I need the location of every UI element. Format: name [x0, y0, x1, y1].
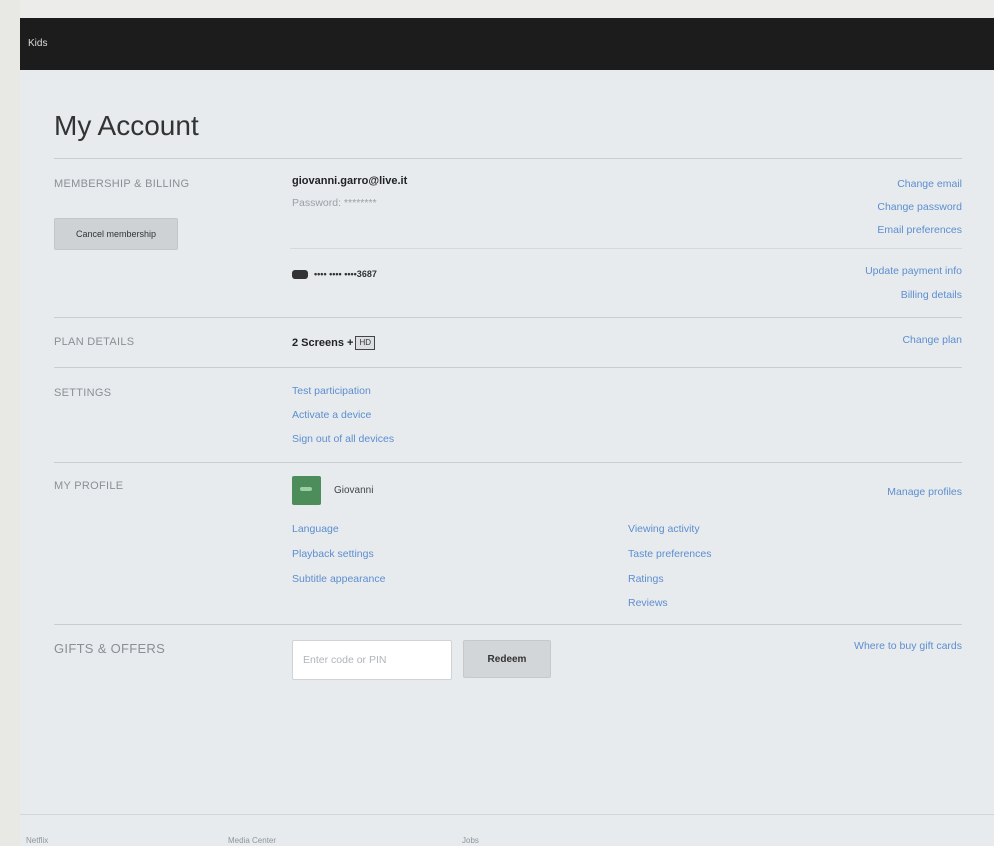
- subsection-divider: [290, 248, 962, 249]
- page-margin: [0, 0, 20, 846]
- redeem-button[interactable]: Redeem: [463, 640, 551, 678]
- taste-preferences-link[interactable]: Taste preferences: [628, 548, 711, 560]
- footer-divider: [20, 814, 994, 815]
- reviews-link[interactable]: Reviews: [628, 597, 668, 609]
- credit-card-icon: [292, 270, 308, 279]
- playback-settings-link[interactable]: Playback settings: [292, 548, 374, 560]
- gifts-offers-label: GIFTS & OFFERS: [54, 641, 166, 656]
- subtitle-appearance-link[interactable]: Subtitle appearance: [292, 573, 385, 585]
- footer-link-jobs[interactable]: Jobs: [462, 836, 479, 845]
- account-email: giovanni.garro@live.it: [292, 175, 408, 187]
- viewing-activity-link[interactable]: Viewing activity: [628, 523, 700, 535]
- footer-link-media-center[interactable]: Media Center: [228, 836, 276, 845]
- membership-billing-label: MEMBERSHIP & BILLING: [54, 178, 190, 190]
- sign-out-all-devices-link[interactable]: Sign out of all devices: [292, 433, 394, 445]
- section-divider: [54, 462, 962, 463]
- hd-badge: HD: [355, 336, 376, 350]
- change-password-link[interactable]: Change password: [877, 201, 962, 213]
- change-email-link[interactable]: Change email: [897, 178, 962, 190]
- plan-text: 2 Screens +: [292, 337, 354, 349]
- kids-link[interactable]: Kids: [28, 38, 47, 49]
- footer-link-netflix[interactable]: Netflix: [26, 836, 48, 845]
- my-profile-label: MY PROFILE: [54, 480, 124, 492]
- gift-code-input[interactable]: [292, 640, 452, 680]
- billing-details-link[interactable]: Billing details: [901, 289, 962, 301]
- password-field: Password: ********: [292, 197, 377, 209]
- email-preferences-link[interactable]: Email preferences: [877, 224, 962, 236]
- profile-avatar[interactable]: [292, 476, 321, 505]
- activate-device-link[interactable]: Activate a device: [292, 409, 371, 421]
- manage-profiles-link[interactable]: Manage profiles: [887, 486, 962, 498]
- plan-details-label: PLAN DETAILS: [54, 336, 135, 348]
- card-number: •••• •••• ••••3687: [314, 269, 377, 279]
- account-page: Kids My Account MEMBERSHIP & BILLING Can…: [20, 18, 994, 846]
- plan-summary: 2 Screens + HD: [292, 336, 376, 350]
- settings-label: SETTINGS: [54, 387, 112, 399]
- page-title: My Account: [54, 110, 199, 141]
- section-divider: [54, 624, 962, 625]
- profile-name: Giovanni: [334, 485, 374, 496]
- change-plan-link[interactable]: Change plan: [902, 334, 962, 346]
- section-divider: [54, 317, 962, 318]
- cancel-membership-button[interactable]: Cancel membership: [54, 218, 178, 250]
- update-payment-info-link[interactable]: Update payment info: [865, 265, 962, 277]
- top-navigation-bar: Kids: [20, 18, 994, 70]
- test-participation-link[interactable]: Test participation: [292, 385, 371, 397]
- language-link[interactable]: Language: [292, 523, 339, 535]
- section-divider: [54, 367, 962, 368]
- section-divider: [54, 158, 962, 159]
- where-to-buy-gift-cards-link[interactable]: Where to buy gift cards: [854, 640, 962, 652]
- ratings-link[interactable]: Ratings: [628, 573, 664, 585]
